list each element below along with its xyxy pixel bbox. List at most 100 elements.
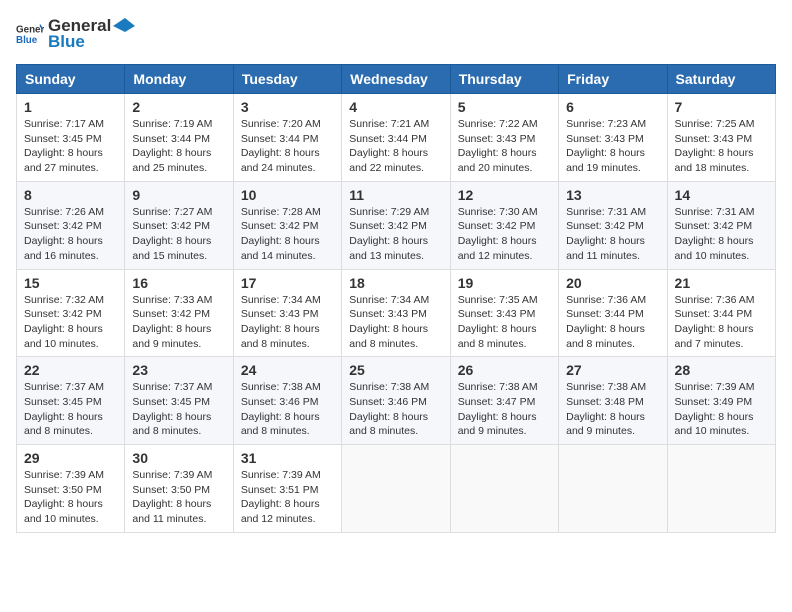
sunrise-label: Sunrise: 7:38 AM	[458, 381, 538, 393]
daylight-label: Daylight: 8 hours and 11 minutes.	[132, 498, 211, 525]
daylight-label: Daylight: 8 hours and 8 minutes.	[241, 323, 320, 350]
calendar-cell: 17 Sunrise: 7:34 AM Sunset: 3:43 PM Dayl…	[233, 269, 341, 357]
day-info: Sunrise: 7:37 AM Sunset: 3:45 PM Dayligh…	[24, 380, 117, 439]
sunset-label: Sunset: 3:43 PM	[458, 308, 536, 320]
daylight-label: Daylight: 8 hours and 19 minutes.	[566, 147, 645, 174]
sunrise-label: Sunrise: 7:39 AM	[241, 469, 321, 481]
calendar-cell: 6 Sunrise: 7:23 AM Sunset: 3:43 PM Dayli…	[559, 94, 667, 182]
day-number: 2	[132, 99, 225, 115]
calendar-cell: 27 Sunrise: 7:38 AM Sunset: 3:48 PM Dayl…	[559, 357, 667, 445]
day-info: Sunrise: 7:37 AM Sunset: 3:45 PM Dayligh…	[132, 380, 225, 439]
day-info: Sunrise: 7:22 AM Sunset: 3:43 PM Dayligh…	[458, 117, 551, 176]
calendar-cell	[667, 445, 775, 533]
daylight-label: Daylight: 8 hours and 8 minutes.	[132, 411, 211, 438]
calendar-cell	[559, 445, 667, 533]
day-info: Sunrise: 7:33 AM Sunset: 3:42 PM Dayligh…	[132, 293, 225, 352]
sunrise-label: Sunrise: 7:21 AM	[349, 118, 429, 130]
daylight-label: Daylight: 8 hours and 16 minutes.	[24, 235, 103, 262]
day-number: 28	[675, 362, 768, 378]
sunrise-label: Sunrise: 7:35 AM	[458, 294, 538, 306]
sunset-label: Sunset: 3:43 PM	[349, 308, 427, 320]
sunset-label: Sunset: 3:49 PM	[675, 396, 753, 408]
day-info: Sunrise: 7:30 AM Sunset: 3:42 PM Dayligh…	[458, 205, 551, 264]
calendar-cell: 29 Sunrise: 7:39 AM Sunset: 3:50 PM Dayl…	[17, 445, 125, 533]
daylight-label: Daylight: 8 hours and 13 minutes.	[349, 235, 428, 262]
day-info: Sunrise: 7:19 AM Sunset: 3:44 PM Dayligh…	[132, 117, 225, 176]
sunrise-label: Sunrise: 7:28 AM	[241, 206, 321, 218]
sunset-label: Sunset: 3:50 PM	[132, 484, 210, 496]
day-number: 14	[675, 187, 768, 203]
sunset-label: Sunset: 3:42 PM	[24, 308, 102, 320]
day-number: 24	[241, 362, 334, 378]
day-info: Sunrise: 7:39 AM Sunset: 3:49 PM Dayligh…	[675, 380, 768, 439]
sunset-label: Sunset: 3:45 PM	[132, 396, 210, 408]
calendar-cell: 25 Sunrise: 7:38 AM Sunset: 3:46 PM Dayl…	[342, 357, 450, 445]
sunset-label: Sunset: 3:42 PM	[566, 220, 644, 232]
day-info: Sunrise: 7:35 AM Sunset: 3:43 PM Dayligh…	[458, 293, 551, 352]
daylight-label: Daylight: 8 hours and 10 minutes.	[675, 411, 754, 438]
sunset-label: Sunset: 3:44 PM	[241, 133, 319, 145]
sunrise-label: Sunrise: 7:37 AM	[132, 381, 212, 393]
sunrise-label: Sunrise: 7:31 AM	[675, 206, 755, 218]
daylight-label: Daylight: 8 hours and 14 minutes.	[241, 235, 320, 262]
sunrise-label: Sunrise: 7:27 AM	[132, 206, 212, 218]
daylight-label: Daylight: 8 hours and 10 minutes.	[24, 498, 103, 525]
day-info: Sunrise: 7:28 AM Sunset: 3:42 PM Dayligh…	[241, 205, 334, 264]
sunset-label: Sunset: 3:42 PM	[132, 220, 210, 232]
day-info: Sunrise: 7:39 AM Sunset: 3:51 PM Dayligh…	[241, 468, 334, 527]
sunset-label: Sunset: 3:42 PM	[349, 220, 427, 232]
daylight-label: Daylight: 8 hours and 18 minutes.	[675, 147, 754, 174]
calendar-cell: 10 Sunrise: 7:28 AM Sunset: 3:42 PM Dayl…	[233, 181, 341, 269]
daylight-label: Daylight: 8 hours and 27 minutes.	[24, 147, 103, 174]
day-number: 10	[241, 187, 334, 203]
day-number: 1	[24, 99, 117, 115]
day-info: Sunrise: 7:29 AM Sunset: 3:42 PM Dayligh…	[349, 205, 442, 264]
sunset-label: Sunset: 3:43 PM	[458, 133, 536, 145]
calendar-week-row: 29 Sunrise: 7:39 AM Sunset: 3:50 PM Dayl…	[17, 445, 776, 533]
day-number: 4	[349, 99, 442, 115]
sunset-label: Sunset: 3:47 PM	[458, 396, 536, 408]
calendar-cell	[342, 445, 450, 533]
sunrise-label: Sunrise: 7:39 AM	[675, 381, 755, 393]
calendar-cell: 16 Sunrise: 7:33 AM Sunset: 3:42 PM Dayl…	[125, 269, 233, 357]
sunset-label: Sunset: 3:44 PM	[675, 308, 753, 320]
calendar-cell: 14 Sunrise: 7:31 AM Sunset: 3:42 PM Dayl…	[667, 181, 775, 269]
weekday-header-friday: Friday	[559, 65, 667, 94]
sunset-label: Sunset: 3:43 PM	[675, 133, 753, 145]
day-number: 30	[132, 450, 225, 466]
day-number: 18	[349, 275, 442, 291]
sunset-label: Sunset: 3:44 PM	[132, 133, 210, 145]
calendar-cell: 2 Sunrise: 7:19 AM Sunset: 3:44 PM Dayli…	[125, 94, 233, 182]
daylight-label: Daylight: 8 hours and 25 minutes.	[132, 147, 211, 174]
sunrise-label: Sunrise: 7:29 AM	[349, 206, 429, 218]
calendar-cell: 11 Sunrise: 7:29 AM Sunset: 3:42 PM Dayl…	[342, 181, 450, 269]
day-number: 26	[458, 362, 551, 378]
day-info: Sunrise: 7:39 AM Sunset: 3:50 PM Dayligh…	[132, 468, 225, 527]
sunset-label: Sunset: 3:42 PM	[675, 220, 753, 232]
calendar-cell: 21 Sunrise: 7:36 AM Sunset: 3:44 PM Dayl…	[667, 269, 775, 357]
daylight-label: Daylight: 8 hours and 12 minutes.	[241, 498, 320, 525]
svg-text:Blue: Blue	[16, 35, 38, 46]
day-number: 9	[132, 187, 225, 203]
calendar-week-row: 22 Sunrise: 7:37 AM Sunset: 3:45 PM Dayl…	[17, 357, 776, 445]
calendar-week-row: 8 Sunrise: 7:26 AM Sunset: 3:42 PM Dayli…	[17, 181, 776, 269]
day-info: Sunrise: 7:21 AM Sunset: 3:44 PM Dayligh…	[349, 117, 442, 176]
sunset-label: Sunset: 3:42 PM	[132, 308, 210, 320]
daylight-label: Daylight: 8 hours and 24 minutes.	[241, 147, 320, 174]
day-number: 15	[24, 275, 117, 291]
day-info: Sunrise: 7:38 AM Sunset: 3:46 PM Dayligh…	[241, 380, 334, 439]
calendar-week-row: 15 Sunrise: 7:32 AM Sunset: 3:42 PM Dayl…	[17, 269, 776, 357]
sunset-label: Sunset: 3:45 PM	[24, 396, 102, 408]
calendar-cell: 26 Sunrise: 7:38 AM Sunset: 3:47 PM Dayl…	[450, 357, 558, 445]
day-info: Sunrise: 7:17 AM Sunset: 3:45 PM Dayligh…	[24, 117, 117, 176]
day-info: Sunrise: 7:34 AM Sunset: 3:43 PM Dayligh…	[241, 293, 334, 352]
calendar-cell: 24 Sunrise: 7:38 AM Sunset: 3:46 PM Dayl…	[233, 357, 341, 445]
sunset-label: Sunset: 3:42 PM	[24, 220, 102, 232]
weekday-header-wednesday: Wednesday	[342, 65, 450, 94]
sunrise-label: Sunrise: 7:34 AM	[349, 294, 429, 306]
sunrise-label: Sunrise: 7:39 AM	[132, 469, 212, 481]
weekday-header-saturday: Saturday	[667, 65, 775, 94]
sunset-label: Sunset: 3:48 PM	[566, 396, 644, 408]
daylight-label: Daylight: 8 hours and 12 minutes.	[458, 235, 537, 262]
sunrise-label: Sunrise: 7:23 AM	[566, 118, 646, 130]
